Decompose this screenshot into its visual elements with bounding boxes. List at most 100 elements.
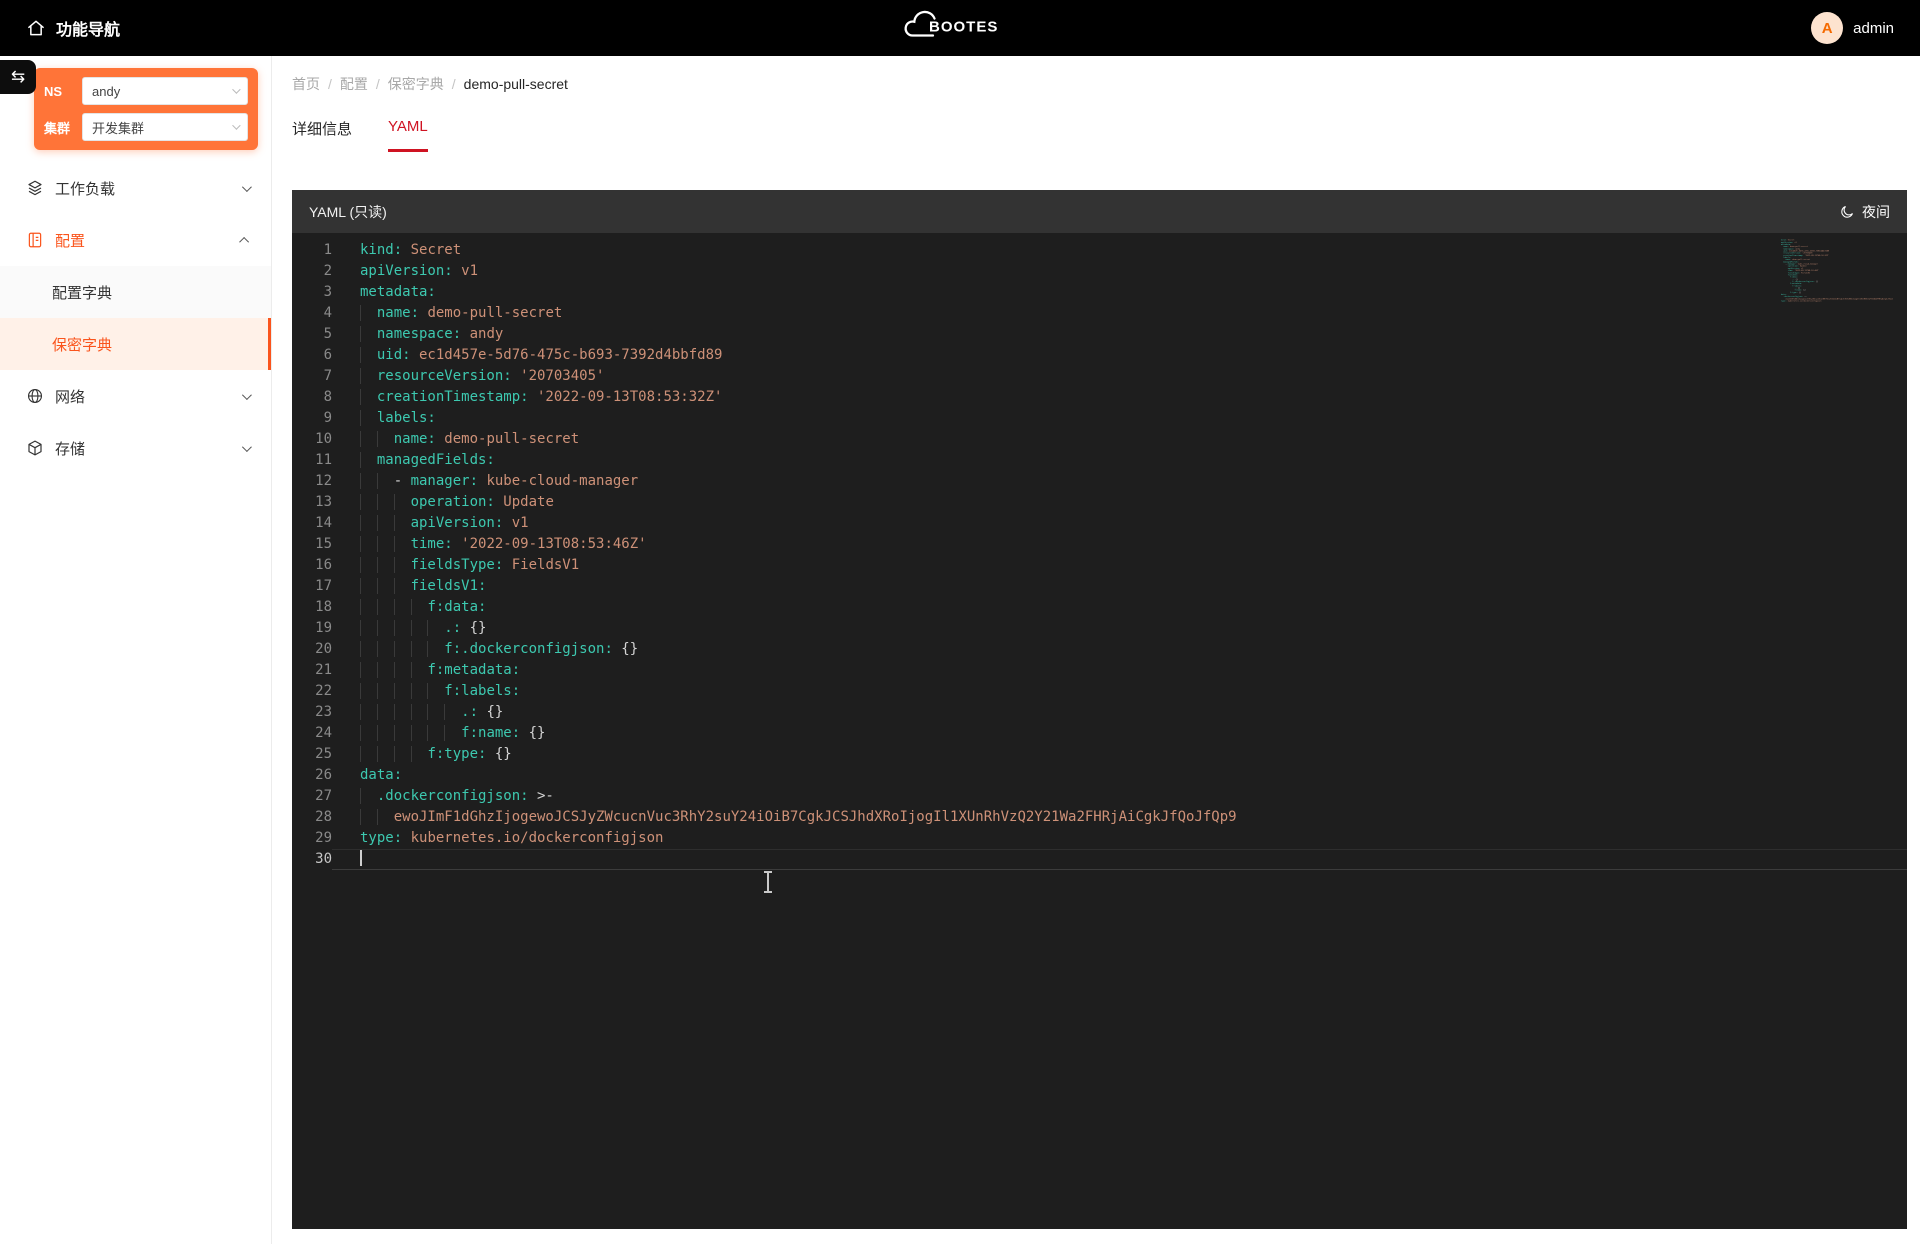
code-line-content[interactable]: name: demo-pull-secret [332, 303, 1907, 324]
code-line[interactable]: 12 - manager: kube-cloud-manager [292, 471, 1907, 492]
breadcrumb-item[interactable]: 配置 [340, 74, 368, 94]
line-number[interactable]: 1 [292, 240, 332, 261]
code-line-content[interactable]: name: demo-pull-secret [332, 429, 1907, 450]
sidebar-subitem-secret[interactable]: 保密字典 [0, 318, 271, 370]
code-line-content[interactable]: metadata: [332, 282, 1907, 303]
line-number[interactable]: 3 [292, 282, 332, 303]
sidebar-item-config[interactable]: 配置 [0, 214, 271, 266]
line-number[interactable]: 19 [292, 618, 332, 639]
code-line[interactable]: 27 .dockerconfigjson: >- [292, 786, 1907, 807]
line-number[interactable]: 18 [292, 597, 332, 618]
line-number[interactable]: 26 [292, 765, 332, 786]
code-line[interactable]: 19 .: {} [292, 618, 1907, 639]
line-number[interactable]: 7 [292, 366, 332, 387]
line-number[interactable]: 28 [292, 807, 332, 828]
code-line[interactable]: 30 [292, 849, 1907, 870]
code-line-content[interactable]: fieldsType: FieldsV1 [332, 555, 1907, 576]
line-number[interactable]: 25 [292, 744, 332, 765]
line-number[interactable]: 22 [292, 681, 332, 702]
code-line-content[interactable]: .: {} [332, 618, 1907, 639]
code-line-content[interactable]: creationTimestamp: '2022-09-13T08:53:32Z… [332, 387, 1907, 408]
line-number[interactable]: 2 [292, 261, 332, 282]
line-number[interactable]: 10 [292, 429, 332, 450]
code-line-content[interactable]: kind: Secret [332, 240, 1907, 261]
code-line[interactable]: 22 f:labels: [292, 681, 1907, 702]
sidebar-subitem-configmap[interactable]: 配置字典 [0, 266, 271, 318]
code-line-content[interactable]: .dockerconfigjson: >- [332, 786, 1907, 807]
code-line-content[interactable] [332, 849, 1907, 870]
code-line[interactable]: 21 f:metadata: [292, 660, 1907, 681]
code-line-content[interactable]: type: kubernetes.io/dockerconfigjson [332, 828, 1907, 849]
line-number[interactable]: 14 [292, 513, 332, 534]
code-line[interactable]: 7 resourceVersion: '20703405' [292, 366, 1907, 387]
code-line[interactable]: 25 f:type: {} [292, 744, 1907, 765]
line-number[interactable]: 13 [292, 492, 332, 513]
tab-details[interactable]: 详细信息 [292, 118, 352, 152]
breadcrumb-item[interactable]: 首页 [292, 74, 320, 94]
code-line[interactable]: 1kind: Secret [292, 240, 1907, 261]
code-line[interactable]: 5 namespace: andy [292, 324, 1907, 345]
line-number[interactable]: 5 [292, 324, 332, 345]
code-line-content[interactable]: f:labels: [332, 681, 1907, 702]
code-line[interactable]: 29type: kubernetes.io/dockerconfigjson [292, 828, 1907, 849]
code-line-content[interactable]: labels: [332, 408, 1907, 429]
code-line[interactable]: 24 f:name: {} [292, 723, 1907, 744]
line-number[interactable]: 23 [292, 702, 332, 723]
code-line[interactable]: 6 uid: ec1d457e-5d76-475c-b693-7392d4bbf… [292, 345, 1907, 366]
code-line-content[interactable]: namespace: andy [332, 324, 1907, 345]
line-number[interactable]: 20 [292, 639, 332, 660]
code-line[interactable]: 13 operation: Update [292, 492, 1907, 513]
line-number[interactable]: 27 [292, 786, 332, 807]
code-line-content[interactable]: f:.dockerconfigjson: {} [332, 639, 1907, 660]
line-number[interactable]: 16 [292, 555, 332, 576]
code-line-content[interactable]: f:metadata: [332, 660, 1907, 681]
sidebar-item-storage[interactable]: 存储 [0, 422, 271, 474]
sidebar-item-network[interactable]: 网络 [0, 370, 271, 422]
line-number[interactable]: 24 [292, 723, 332, 744]
code-line-content[interactable]: operation: Update [332, 492, 1907, 513]
user-menu[interactable]: A admin [1811, 12, 1894, 44]
code-line-content[interactable]: .: {} [332, 702, 1907, 723]
code-line-content[interactable]: ewoJImF1dGhzIjogewoJCSJyZWcucnVuc3RhY2su… [332, 807, 1907, 828]
minimap[interactable]: kind: SecretapiVersion: v1metadata: name… [1781, 239, 1893, 309]
code-line-content[interactable]: apiVersion: v1 [332, 513, 1907, 534]
code-line[interactable]: 18 f:data: [292, 597, 1907, 618]
code-line-content[interactable]: f:name: {} [332, 723, 1907, 744]
code-line[interactable]: 4 name: demo-pull-secret [292, 303, 1907, 324]
code-line[interactable]: 9 labels: [292, 408, 1907, 429]
function-nav-button[interactable]: 功能导航 [26, 16, 120, 40]
code-line-content[interactable]: - manager: kube-cloud-manager [332, 471, 1907, 492]
line-number[interactable]: 30 [292, 849, 332, 870]
cluster-select[interactable]: 开发集群 [82, 113, 248, 141]
code-line-content[interactable]: apiVersion: v1 [332, 261, 1907, 282]
line-number[interactable]: 21 [292, 660, 332, 681]
code-line[interactable]: 26data: [292, 765, 1907, 786]
sidebar-collapse-button[interactable]: ⇆ [0, 60, 36, 94]
code-line[interactable]: 16 fieldsType: FieldsV1 [292, 555, 1907, 576]
namespace-select[interactable]: andy [82, 77, 248, 105]
line-number[interactable]: 11 [292, 450, 332, 471]
code-area[interactable]: 1kind: Secret2apiVersion: v13metadata:4 … [292, 233, 1907, 1229]
code-line[interactable]: 17 fieldsV1: [292, 576, 1907, 597]
line-number[interactable]: 29 [292, 828, 332, 849]
theme-toggle-button[interactable]: 夜间 [1839, 202, 1890, 222]
code-line-content[interactable]: fieldsV1: [332, 576, 1907, 597]
sidebar-item-workloads[interactable]: 工作负载 [0, 162, 271, 214]
code-line[interactable]: 11 managedFields: [292, 450, 1907, 471]
code-line-content[interactable]: managedFields: [332, 450, 1907, 471]
code-line-content[interactable]: f:data: [332, 597, 1907, 618]
code-line-content[interactable]: time: '2022-09-13T08:53:46Z' [332, 534, 1907, 555]
code-line[interactable]: 10 name: demo-pull-secret [292, 429, 1907, 450]
code-line[interactable]: 8 creationTimestamp: '2022-09-13T08:53:3… [292, 387, 1907, 408]
breadcrumb-item[interactable]: 保密字典 [388, 74, 444, 94]
code-line[interactable]: 15 time: '2022-09-13T08:53:46Z' [292, 534, 1907, 555]
line-number[interactable]: 8 [292, 387, 332, 408]
tab-yaml[interactable]: YAML [388, 118, 428, 152]
code-line-content[interactable]: data: [332, 765, 1907, 786]
code-line[interactable]: 3metadata: [292, 282, 1907, 303]
line-number[interactable]: 4 [292, 303, 332, 324]
line-number[interactable]: 15 [292, 534, 332, 555]
code-line-content[interactable]: f:type: {} [332, 744, 1907, 765]
line-number[interactable]: 12 [292, 471, 332, 492]
code-line[interactable]: 20 f:.dockerconfigjson: {} [292, 639, 1907, 660]
